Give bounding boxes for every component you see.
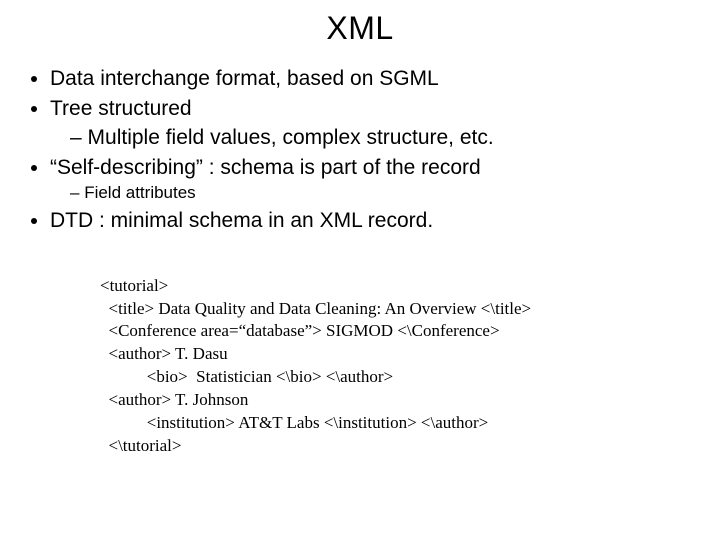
sub-bullet-item: Field attributes	[70, 182, 692, 205]
code-line: <author> T. Johnson	[100, 390, 248, 409]
code-line: <bio> Statistician <\bio> <\author>	[100, 367, 393, 386]
code-line: <title> Data Quality and Data Cleaning: …	[100, 299, 531, 318]
bullet-item: DTD : minimal schema in an XML record.	[50, 207, 692, 235]
sub-bullet-list: Field attributes	[50, 182, 692, 205]
code-line: <tutorial>	[100, 276, 168, 295]
bullet-text: Tree structured	[50, 97, 192, 120]
code-line: <Conference area=“database”> SIGMOD <\Co…	[100, 321, 500, 340]
slide: XML Data interchange format, based on SG…	[0, 0, 720, 540]
bullet-item: Tree structured Multiple field values, c…	[50, 95, 692, 152]
slide-title: XML	[28, 10, 692, 47]
bullet-item: “Self-describing” : schema is part of th…	[50, 154, 692, 205]
bullet-text: “Self-describing” : schema is part of th…	[50, 156, 481, 179]
code-line: <author> T. Dasu	[100, 344, 228, 363]
code-line: <\tutorial>	[100, 436, 182, 455]
bullet-list: Data interchange format, based on SGML T…	[28, 65, 692, 236]
bullet-item: Data interchange format, based on SGML	[50, 65, 692, 93]
code-line: <institution> AT&T Labs <\institution> <…	[100, 413, 488, 432]
sub-bullet-item: Multiple field values, complex structure…	[70, 124, 692, 152]
code-block: <tutorial> <title> Data Quality and Data…	[100, 252, 692, 481]
sub-bullet-list: Multiple field values, complex structure…	[50, 124, 692, 152]
